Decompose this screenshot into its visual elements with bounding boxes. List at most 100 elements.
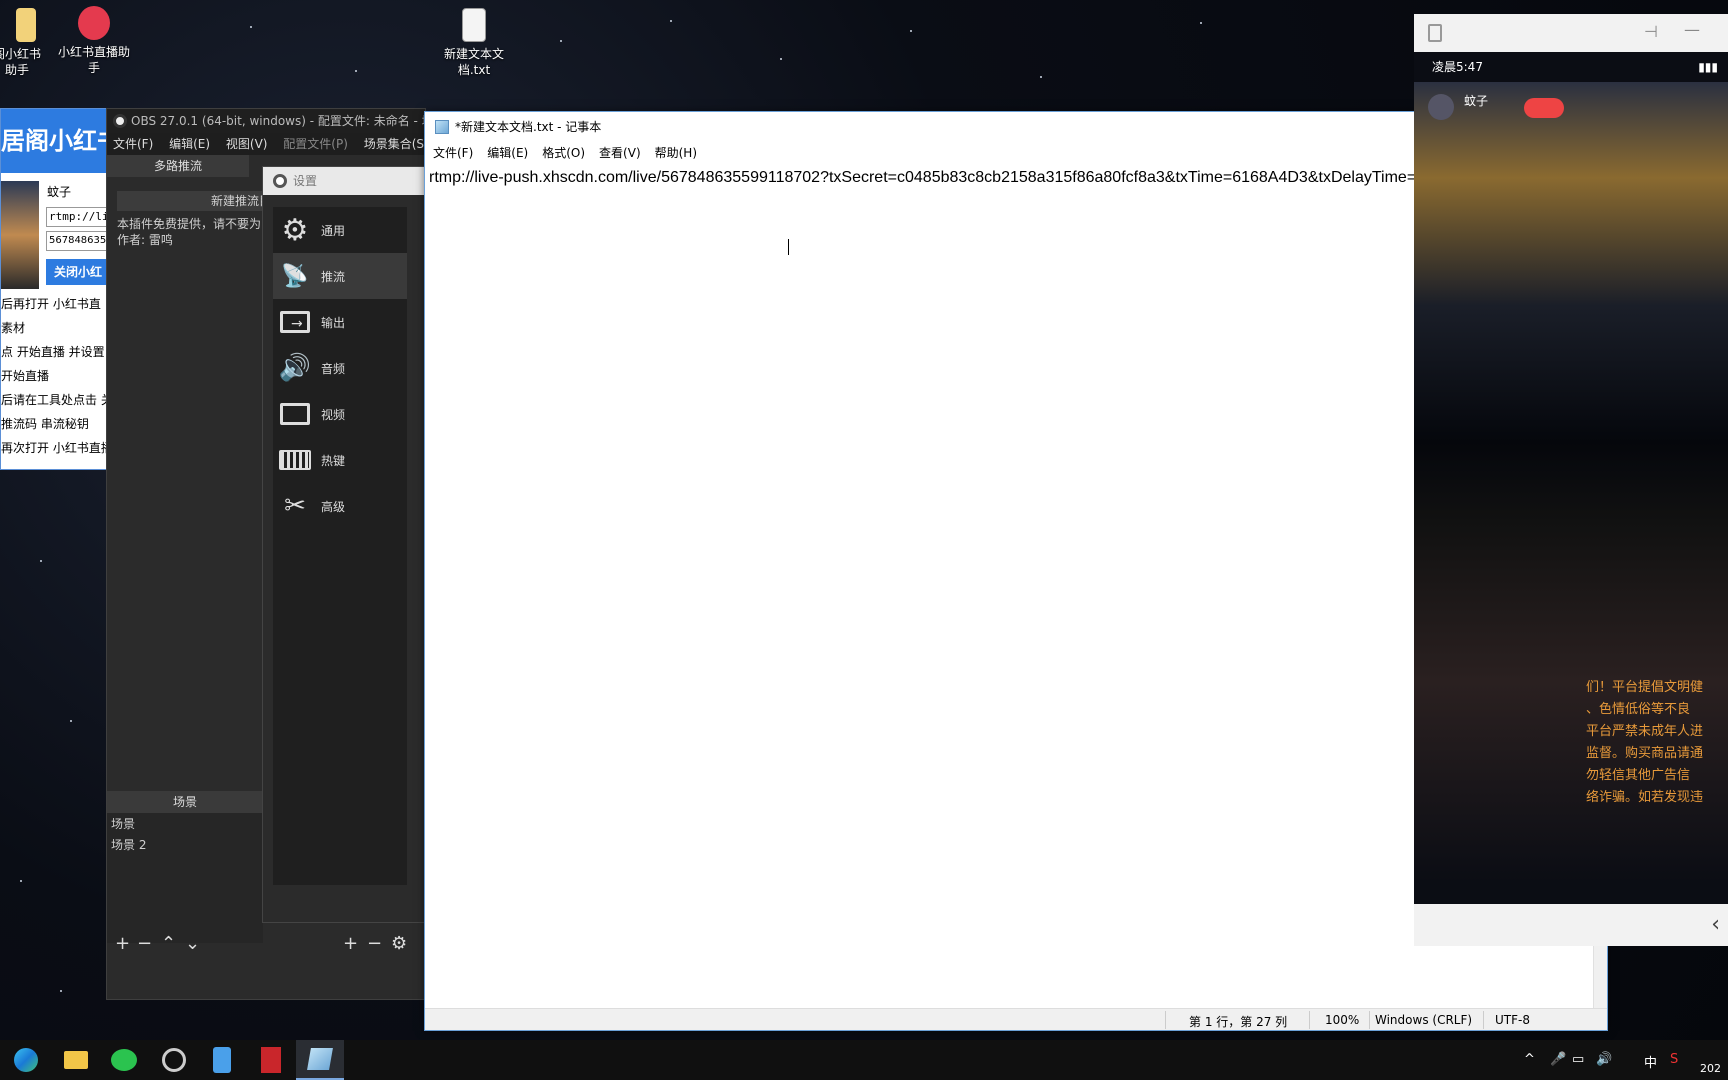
sogou-icon[interactable]: S — [1670, 1052, 1678, 1067]
multi-stream-dock-title: 多路推流 — [107, 155, 249, 177]
network-icon[interactable]: ▭ — [1572, 1052, 1584, 1067]
tab-label: 热键 — [321, 453, 346, 468]
desktop-icon-label: 新建文本文 档.txt — [443, 47, 504, 77]
move-up-icon[interactable]: ⌃ — [161, 933, 176, 954]
menu-edit[interactable]: 编辑(E) — [169, 137, 210, 151]
monitor-icon — [277, 396, 313, 432]
notice-line: 、色情低俗等不良 — [1586, 702, 1691, 717]
notice-line: 监督。购买商品请通 — [1586, 746, 1704, 761]
menu-view[interactable]: 视图(V) — [226, 137, 268, 151]
helper-header: 居阁小红书助 — [1, 109, 107, 173]
keyboard-icon — [277, 442, 313, 478]
menu-view[interactable]: 查看(V) — [599, 144, 641, 161]
minimize-button[interactable]: — — [1684, 20, 1700, 39]
tab-stream[interactable]: 📡 推流 — [273, 253, 407, 299]
clock-date[interactable]: 202 — [1700, 1062, 1721, 1075]
zoom-level: 100% — [1325, 1013, 1360, 1027]
folder-icon[interactable] — [52, 1040, 100, 1080]
remove-scene-button[interactable]: − — [137, 933, 152, 954]
add-scene-button[interactable]: + — [115, 933, 130, 954]
avatar — [1, 181, 39, 289]
antenna-icon: 📡 — [281, 263, 309, 289]
wechat-icon[interactable] — [100, 1040, 148, 1080]
rtmp-field[interactable]: rtmp://liv — [46, 207, 107, 227]
streamer-avatar — [1428, 94, 1454, 120]
tab-video[interactable]: 视频 — [273, 391, 407, 437]
tab-audio[interactable]: 🔊 音频 — [273, 345, 407, 391]
menu-profile[interactable]: 配置文件(P) — [283, 137, 348, 151]
gear-icon[interactable]: ⚙ — [391, 933, 407, 954]
menu-edit[interactable]: 编辑(E) — [487, 144, 528, 161]
plugin-author: 作者: 雷鸣 — [117, 233, 173, 247]
tab-label: 通用 — [321, 223, 346, 238]
divider — [1483, 1011, 1484, 1029]
notice-line: 平台严禁未成年人进 — [1586, 724, 1704, 739]
instruction-line: 后请在工具处点击 关 — [1, 393, 108, 407]
instruction-line: 推流码 串流秘钥 — [1, 417, 89, 431]
obs-logo-icon — [273, 174, 287, 188]
text-cursor-icon — [788, 239, 789, 255]
instruction-line: 开始直播 — [1, 369, 50, 383]
new-stream-button[interactable]: 新建推流目 — [117, 191, 277, 211]
helper-window: 居阁小红书助 蚊子 rtmp://liv 5678486355 关闭小红 后再打… — [0, 108, 108, 470]
obs-icon[interactable] — [150, 1040, 198, 1080]
chevron-up-icon[interactable]: ^ — [1524, 1052, 1535, 1067]
divider — [1165, 1011, 1166, 1029]
obs-menubar: 文件(F) 编辑(E) 视图(V) 配置文件(P) 场景集合(S) — [107, 133, 425, 155]
notepad-icon[interactable] — [296, 1040, 344, 1080]
pin-icon[interactable]: ⊣ — [1644, 22, 1658, 41]
settings-window: 设置 ⚙ 通用 📡 推流 → 输出 🔊 音频 视频 热键 ✂ 高级 — [262, 166, 432, 923]
speaker-icon: 🔊 — [278, 353, 312, 383]
notice-line: 络诈骗。如若发现违 — [1586, 790, 1704, 805]
notice-line: 们！平台提倡文明健 — [1586, 680, 1704, 695]
follow-button[interactable] — [1524, 98, 1564, 118]
exit-icon[interactable] — [1428, 24, 1442, 42]
notepad-icon — [435, 119, 449, 134]
phone-mirror-icon[interactable] — [198, 1040, 246, 1080]
streamer-name: 蚊子 — [1464, 94, 1489, 108]
close-live-button[interactable]: 关闭小红 — [46, 259, 107, 285]
phone-mirror-window: ⊣ — 凌晨5:47 ▮▮▮ 蚊子 们！平台提倡文明健 、色情低俗等不良 平台严… — [1414, 14, 1728, 946]
desktop-icon-textfile[interactable]: 新建文本文 档.txt — [429, 8, 519, 78]
stream-key-field[interactable]: 5678486355 — [46, 231, 107, 251]
menu-file[interactable]: 文件(F) — [433, 144, 473, 161]
settings-title: 设置 — [293, 174, 318, 188]
instruction-line: 再次打开 小红书直播 — [1, 441, 108, 455]
tab-hotkeys[interactable]: 热键 — [273, 437, 407, 483]
scene-item[interactable]: 场景 2 — [107, 834, 263, 855]
tab-general[interactable]: ⚙ 通用 — [273, 207, 407, 253]
edge-icon[interactable] — [2, 1040, 50, 1080]
tab-label: 高级 — [321, 499, 346, 514]
plugin-note: 本插件免费提供，请不要为 — [117, 217, 262, 231]
scene-item[interactable]: 场景 — [107, 813, 263, 834]
folder-icon — [16, 8, 36, 42]
volume-icon[interactable]: 🔊 — [1596, 1052, 1612, 1067]
phone-time: 凌晨5:47 — [1432, 60, 1483, 74]
divider — [1369, 1011, 1370, 1029]
encoding: UTF-8 — [1495, 1013, 1530, 1027]
microphone-icon[interactable]: 🎤 — [1550, 1052, 1566, 1067]
instruction-line: 后再打开 小红书直 — [1, 297, 101, 311]
menu-file[interactable]: 文件(F) — [113, 137, 153, 151]
signal-icon: ▮▮▮ — [1698, 60, 1718, 74]
ime-indicator[interactable]: 中 — [1644, 1052, 1657, 1071]
tab-advanced[interactable]: ✂ 高级 — [273, 483, 407, 529]
tab-output[interactable]: → 输出 — [273, 299, 407, 345]
settings-titlebar: 设置 — [263, 167, 431, 195]
menu-format[interactable]: 格式(O) — [542, 144, 585, 161]
menu-scene-collection[interactable]: 场景集合(S) — [364, 137, 425, 151]
menu-help[interactable]: 帮助(H) — [655, 144, 697, 161]
add-source-button[interactable]: + — [343, 933, 358, 954]
settings-nav: ⚙ 通用 📡 推流 → 输出 🔊 音频 视频 热键 ✂ 高级 — [273, 207, 407, 885]
back-icon[interactable]: ‹ — [1711, 912, 1720, 937]
scene-toolbar: + − ⌃ ⌄ + − ⚙ — [107, 933, 425, 957]
desktop-icon-live-helper[interactable]: 小红书直播助 手 — [49, 6, 139, 76]
obs-titlebar: OBS 27.0.1 (64-bit, windows) - 配置文件: 未命名… — [107, 109, 425, 133]
phone-toolbar: ⊣ — — [1414, 14, 1728, 52]
phone-navbar: ‹ — [1414, 904, 1728, 946]
cursor-position: 第 1 行，第 27 列 — [1189, 1015, 1288, 1029]
move-down-icon[interactable]: ⌄ — [185, 933, 200, 954]
remove-source-button[interactable]: − — [367, 933, 382, 954]
book-icon[interactable] — [247, 1040, 295, 1080]
tools-icon: ✂ — [284, 491, 306, 521]
